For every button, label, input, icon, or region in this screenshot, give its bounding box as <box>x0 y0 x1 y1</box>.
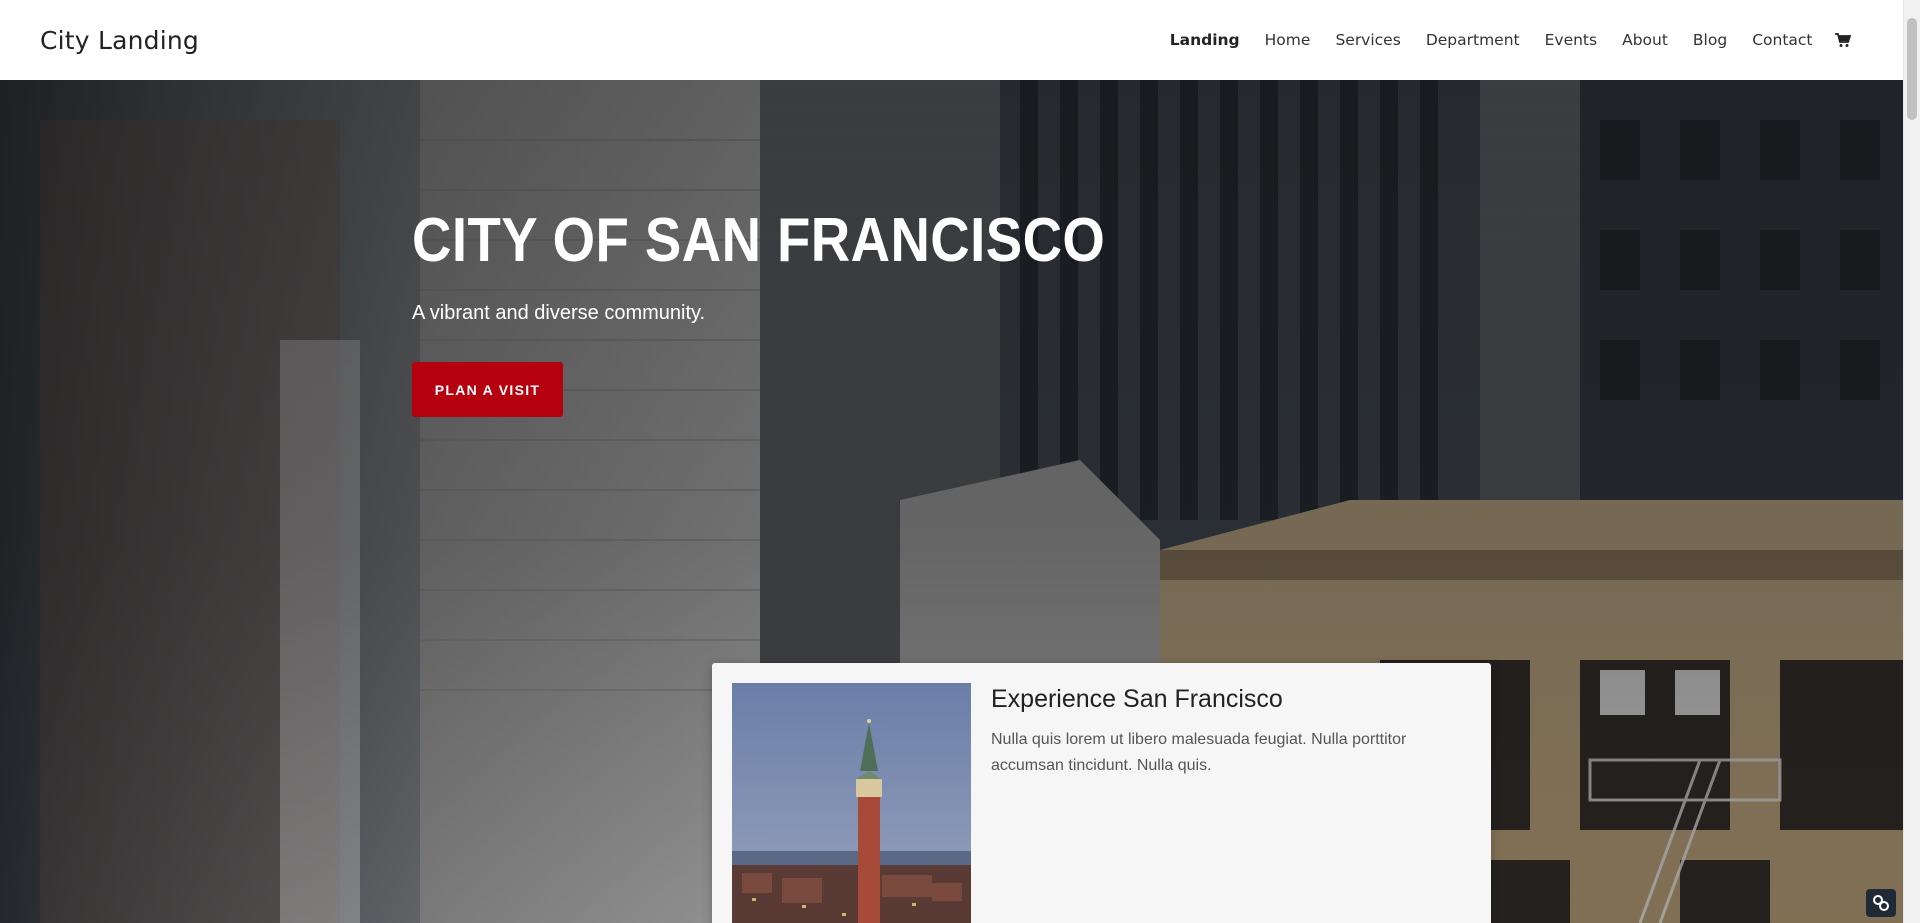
nav-item-home[interactable]: Home <box>1252 31 1323 49</box>
site-logo[interactable]: City Landing <box>40 26 199 55</box>
site-header: City Landing Landing Home Services Depar… <box>0 0 1903 80</box>
nav-item-blog[interactable]: Blog <box>1680 31 1739 49</box>
card-text: Nulla quis lorem ut libero malesuada feu… <box>991 731 1407 774</box>
page-scrollbar[interactable] <box>1903 0 1920 923</box>
hero-subtitle: A vibrant and diverse community. <box>412 302 706 324</box>
hero-title: CITY OF SAN FRANCISCO <box>412 206 1106 275</box>
cart-icon[interactable] <box>1835 31 1853 49</box>
experience-card: Experience San Francisco Nulla quis lore… <box>712 663 1491 923</box>
scrollbar-thumb[interactable] <box>1907 18 1917 120</box>
nav-item-contact[interactable]: Contact <box>1740 31 1825 49</box>
nav-item-services[interactable]: Services <box>1323 31 1413 49</box>
hero-content: CITY OF SAN FRANCISCO A vibrant and dive… <box>412 205 1200 417</box>
nav-item-about[interactable]: About <box>1610 31 1681 49</box>
plan-a-visit-button[interactable]: PLAN A VISIT <box>412 362 563 417</box>
main-nav: Landing Home Services Department Events … <box>1157 31 1863 49</box>
link-icon[interactable] <box>1866 889 1896 917</box>
card-image <box>732 683 971 923</box>
nav-item-events[interactable]: Events <box>1532 31 1609 49</box>
nav-item-landing[interactable]: Landing <box>1157 31 1252 49</box>
nav-item-department[interactable]: Department <box>1413 31 1532 49</box>
card-title: Experience San Francisco <box>991 685 1283 713</box>
